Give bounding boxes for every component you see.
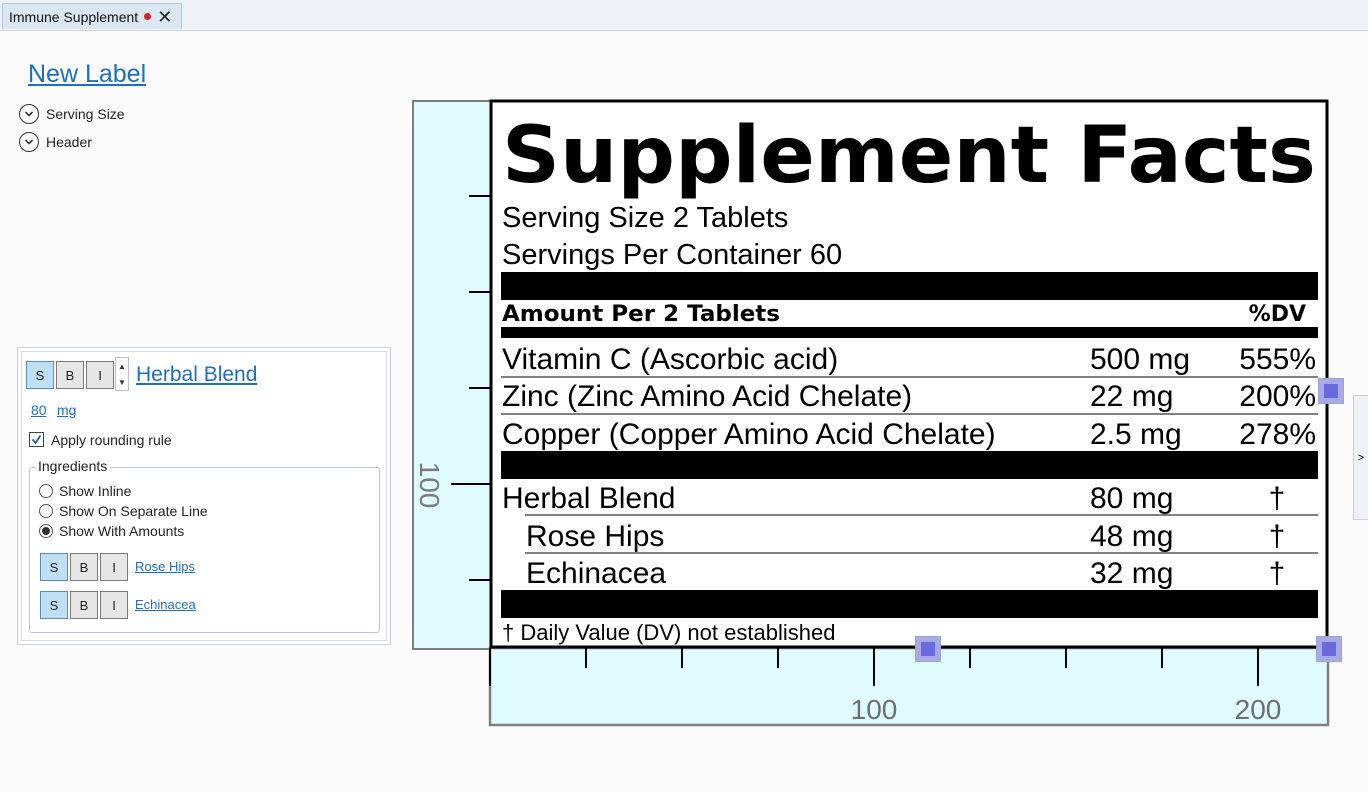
thick-bar — [501, 590, 1318, 618]
radio-dot-icon — [42, 527, 50, 535]
blend-item-amount[interactable]: 32 mg — [1090, 557, 1173, 590]
nutrient-amount[interactable]: 500 mg — [1090, 343, 1190, 376]
radio-button-selected[interactable] — [39, 524, 53, 538]
chevron-down-icon[interactable] — [19, 132, 39, 152]
nutrient-dv[interactable]: 278% — [1239, 418, 1316, 451]
medium-bar — [501, 327, 1318, 338]
dv-header[interactable]: %DV — [1249, 302, 1306, 327]
thick-bar — [501, 451, 1318, 479]
nutrient-name[interactable]: Copper (Copper Amino Acid Chelate) — [502, 418, 996, 451]
radio-button[interactable] — [39, 484, 53, 498]
blend-title-link[interactable]: Herbal Blend — [136, 363, 257, 387]
italic-button[interactable]: I — [86, 361, 114, 389]
resize-handle[interactable] — [1318, 378, 1344, 404]
ruler-label-200: 200 — [1235, 694, 1282, 725]
servings-per-container-text[interactable]: Servings Per Container 60 — [502, 239, 842, 271]
echinacea-link[interactable]: Echinacea — [135, 597, 196, 612]
close-icon[interactable]: ✕ — [157, 8, 172, 26]
amount-link[interactable]: 80 — [31, 402, 47, 418]
radio-show-with-amounts[interactable]: Show With Amounts — [39, 523, 184, 539]
nutrient-dv[interactable]: 555% — [1239, 343, 1316, 376]
blend-item-name[interactable]: Echinacea — [526, 557, 666, 590]
chevron-down-icon[interactable] — [19, 104, 39, 124]
nutrient-name[interactable]: Vitamin C (Ascorbic acid) — [502, 343, 838, 376]
rounding-checkbox[interactable] — [29, 432, 44, 447]
style-s-button[interactable]: S — [26, 361, 54, 389]
ingredients-title: Ingredients — [35, 458, 111, 474]
nutrient-amount[interactable]: 22 mg — [1090, 380, 1173, 413]
nutrient-dv[interactable]: 200% — [1239, 380, 1316, 413]
vertical-ruler — [412, 100, 492, 650]
blend-item-dv[interactable]: † — [1269, 557, 1286, 590]
radio-label: Show On Separate Line — [59, 503, 208, 519]
echinacea-style-s-button[interactable]: S — [40, 591, 68, 619]
blend-item-name[interactable]: Rose Hips — [526, 520, 664, 553]
blend-amount[interactable]: 80 mg — [1090, 482, 1173, 515]
vertical-ruler-label: 100 — [414, 462, 445, 509]
tab-bar: Immune Supplement ✕ — [0, 0, 1368, 31]
order-spinner[interactable]: ▲ ▼ — [115, 357, 129, 391]
radio-label: Show With Amounts — [59, 523, 185, 539]
radio-label: Show Inline — [59, 483, 132, 499]
label-designer-canvas[interactable]: 100 100 200 Supplement Facts Serving Siz… — [411, 99, 1355, 729]
new-label-link[interactable]: New Label — [28, 60, 146, 89]
blend-dv[interactable]: † — [1269, 482, 1286, 515]
serving-size-text[interactable]: Serving Size 2 Tablets — [502, 202, 788, 234]
up-arrow-icon[interactable]: ▲ — [118, 362, 126, 371]
tab-title: Immune Supplement — [9, 8, 139, 25]
nutrient-name[interactable]: Zinc (Zinc Amino Acid Chelate) — [502, 380, 912, 413]
radio-show-inline[interactable]: Show Inline — [39, 483, 131, 499]
footnote[interactable]: † Daily Value (DV) not established — [502, 620, 835, 645]
blend-item-dv[interactable]: † — [1269, 520, 1286, 553]
rosehips-style-s-button[interactable]: S — [40, 553, 68, 581]
radio-show-separate-line[interactable]: Show On Separate Line — [39, 503, 208, 519]
tab-immune-supplement[interactable]: Immune Supplement ✕ — [2, 3, 182, 29]
section-header[interactable]: Header — [19, 132, 92, 152]
rose-hips-link[interactable]: Rose Hips — [135, 559, 195, 574]
section-serving-size[interactable]: Serving Size — [19, 104, 125, 124]
echinacea-bold-button[interactable]: B — [70, 591, 98, 619]
rosehips-italic-button[interactable]: I — [100, 553, 128, 581]
label-title[interactable]: Supplement Facts — [502, 111, 1316, 201]
unit-link[interactable]: mg — [57, 402, 76, 418]
blend-name[interactable]: Herbal Blend — [502, 482, 675, 515]
rosehips-bold-button[interactable]: B — [70, 553, 98, 581]
bold-button[interactable]: B — [56, 361, 84, 389]
blend-item-amount[interactable]: 48 mg — [1090, 520, 1173, 553]
ruler-label-100: 100 — [851, 694, 898, 725]
resize-handle[interactable] — [1316, 636, 1342, 662]
resize-handle[interactable] — [915, 636, 941, 662]
down-arrow-icon[interactable]: ▼ — [118, 378, 126, 387]
echinacea-italic-button[interactable]: I — [100, 591, 128, 619]
nutrient-amount[interactable]: 2.5 mg — [1090, 418, 1182, 451]
radio-button[interactable] — [39, 504, 53, 518]
checkmark-icon — [31, 435, 42, 445]
section-label: Header — [46, 134, 92, 150]
expand-panel-tab[interactable]: > — [1353, 395, 1368, 520]
thick-bar — [501, 272, 1318, 300]
unsaved-dot-icon — [144, 13, 152, 20]
horizontal-ruler — [488, 646, 1330, 727]
section-label: Serving Size — [46, 106, 125, 122]
amount-header[interactable]: Amount Per 2 Tablets — [502, 302, 780, 327]
rounding-label: Apply rounding rule — [51, 432, 172, 448]
